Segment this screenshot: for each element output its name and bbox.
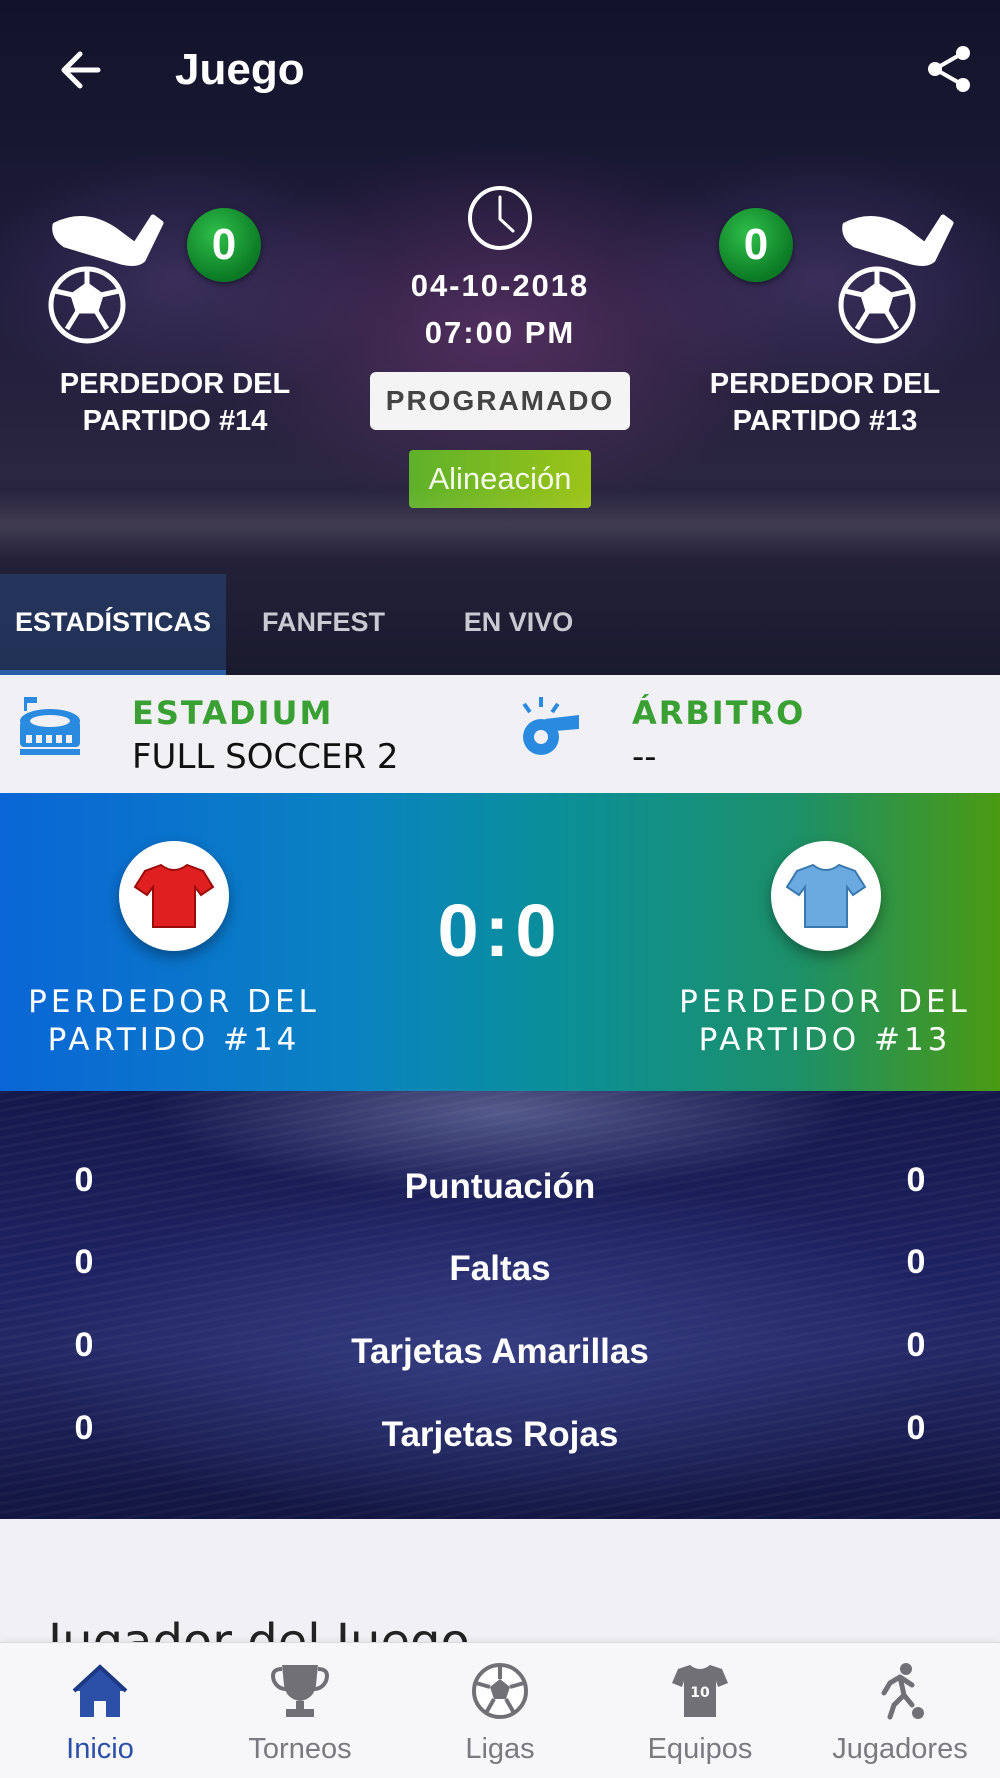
- trophy-icon: [271, 1665, 329, 1717]
- jersey-icon: [133, 863, 215, 928]
- match-time: 07:00 PM: [424, 315, 576, 350]
- stat-home-value: 0: [74, 1326, 94, 1364]
- stat-label: Tarjetas Amarillas: [351, 1332, 649, 1371]
- nav-home[interactable]: Inicio: [0, 1643, 200, 1778]
- stat-label: Faltas: [449, 1249, 551, 1288]
- jersey-icon: 10: [672, 1665, 728, 1717]
- away-team-logo: [835, 205, 965, 355]
- home-icon: [72, 1664, 128, 1717]
- stat-row: 0 Faltas 0: [0, 1243, 1000, 1303]
- page-title: Juego: [175, 45, 305, 94]
- boot-ball-icon: [48, 214, 164, 344]
- away-jersey: [771, 841, 881, 951]
- tab-statistics[interactable]: ESTADÍSTICAS: [0, 574, 226, 675]
- stat-home-value: 0: [74, 1243, 94, 1281]
- stat-away-value: 0: [906, 1326, 926, 1364]
- nav-teams-label: Equipos: [647, 1733, 753, 1765]
- boot-ball-icon: [838, 214, 954, 344]
- clock-icon: [468, 186, 532, 250]
- away-team-name-line1: PERDEDOR DEL: [679, 984, 971, 1020]
- arrow-left-icon: [61, 51, 101, 89]
- referee-label: ÁRBITRO: [632, 694, 806, 732]
- tab-live[interactable]: EN VIVO: [421, 574, 616, 675]
- match-stats: 0 Puntuación 0 0 Faltas 0 0 Tarjetas Ama…: [0, 1091, 1000, 1519]
- nav-tournaments[interactable]: Torneos: [200, 1643, 400, 1778]
- home-team-logo: [45, 205, 175, 355]
- stat-home-value: 0: [74, 1409, 94, 1447]
- back-button[interactable]: [50, 40, 110, 100]
- stat-away-value: 0: [906, 1409, 926, 1447]
- stat-home-value: 0: [74, 1161, 94, 1199]
- home-team-name-line1: PERDEDOR DEL: [28, 984, 320, 1020]
- away-score-badge: 0: [719, 208, 793, 282]
- lineup-button[interactable]: Alineación: [409, 450, 591, 508]
- svg-text:10: 10: [690, 1685, 710, 1701]
- stat-label: Tarjetas Rojas: [381, 1415, 619, 1454]
- home-team-name-line2: PARTIDO #14: [47, 1022, 301, 1058]
- away-team-name-band: PERDEDOR DEL PARTIDO #13: [655, 983, 995, 1059]
- stadium-value: FULL SOCCER 2: [132, 737, 399, 777]
- stat-row: 0 Tarjetas Rojas 0: [0, 1409, 1000, 1469]
- soccer-ball-icon: [472, 1663, 528, 1719]
- match-header: Juego 0 PERDEDOR DEL PARTIDO #14 04-10-2…: [0, 0, 1000, 675]
- nav-teams[interactable]: 10 Equipos: [600, 1643, 800, 1778]
- stat-label: Puntuación: [404, 1167, 596, 1206]
- match-date: 04-10-2018: [410, 268, 590, 303]
- away-team-name[interactable]: PERDEDOR DEL PARTIDO #13: [675, 366, 975, 440]
- stat-away-value: 0: [906, 1243, 926, 1281]
- stadium-label: ESTADIUM: [132, 694, 334, 732]
- tab-bar: ESTADÍSTICAS FANFEST EN VIVO: [0, 574, 1000, 675]
- nav-leagues[interactable]: Ligas: [400, 1643, 600, 1778]
- home-jersey: [119, 841, 229, 951]
- nav-players[interactable]: Jugadores: [800, 1643, 1000, 1778]
- nav-leagues-label: Ligas: [465, 1733, 535, 1765]
- stat-away-value: 0: [906, 1161, 926, 1199]
- nav-tournaments-label: Torneos: [248, 1733, 352, 1765]
- share-icon: [928, 46, 970, 92]
- match-score: 0:0: [437, 889, 563, 972]
- away-team-name-line2: PARTIDO #13: [698, 1022, 952, 1058]
- referee-value: --: [632, 737, 657, 777]
- nav-home-label: Inicio: [66, 1733, 134, 1765]
- home-score-badge: 0: [187, 208, 261, 282]
- stat-row: 0 Tarjetas Amarillas 0: [0, 1326, 1000, 1386]
- bottom-navigation: Inicio Torneos Ligas 10 Equipos Jugadore…: [0, 1642, 1000, 1778]
- nav-players-label: Jugadores: [832, 1733, 968, 1765]
- jersey-icon: [785, 863, 867, 928]
- scoreboard: 0:0 PERDEDOR DEL PARTIDO #14 PERDEDOR DE…: [0, 793, 1000, 1091]
- match-info: ESTADIUM FULL SOCCER 2 ÁRBITRO --: [0, 675, 1000, 793]
- stadium-icon: [20, 697, 80, 755]
- whistle-icon: [522, 697, 579, 755]
- stat-row: 0 Puntuación 0: [0, 1161, 1000, 1221]
- home-team-name-band: PERDEDOR DEL PARTIDO #14: [4, 983, 344, 1059]
- tab-fanfest[interactable]: FANFEST: [226, 574, 421, 675]
- home-team-name[interactable]: PERDEDOR DEL PARTIDO #14: [25, 366, 325, 440]
- status-badge: PROGRAMADO: [370, 372, 630, 430]
- share-button[interactable]: [918, 38, 980, 100]
- player-icon: [881, 1663, 924, 1720]
